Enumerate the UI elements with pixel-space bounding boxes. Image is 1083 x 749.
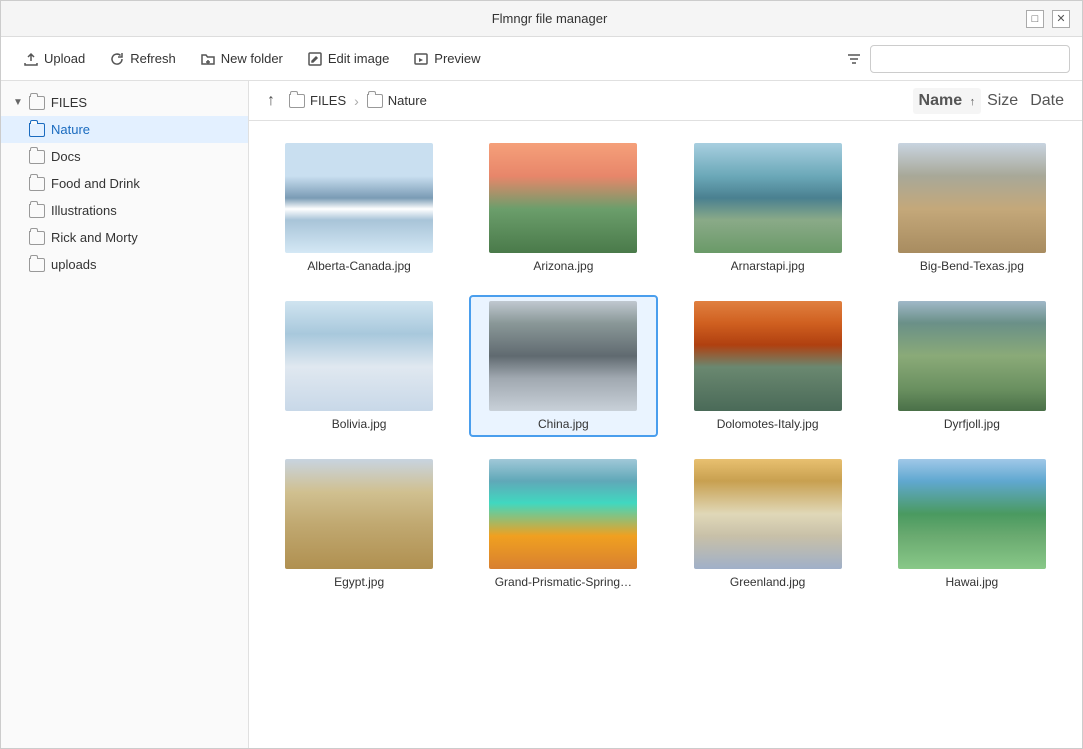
- file-name-bolivia: Bolivia.jpg: [332, 417, 387, 431]
- breadcrumb-bar: ↑ FILES › Nature Name ↑ Size: [249, 81, 1082, 121]
- new-folder-button[interactable]: New folder: [190, 45, 293, 73]
- refresh-button[interactable]: Refresh: [99, 45, 186, 73]
- file-item-grandprismatic[interactable]: Grand-Prismatic-Spring…: [469, 453, 657, 595]
- sidebar-item-docs[interactable]: Docs: [1, 143, 248, 170]
- file-thumb-egypt: [285, 459, 433, 569]
- search-input[interactable]: [870, 45, 1070, 73]
- sidebar: ▼ FILES Nature Docs Food and Drink Illustra…: [1, 81, 249, 748]
- new-folder-icon: [200, 51, 216, 67]
- maximize-button[interactable]: □: [1026, 10, 1044, 28]
- breadcrumb-files-label: FILES: [310, 93, 346, 108]
- file-item-hawai[interactable]: Hawai.jpg: [878, 453, 1066, 595]
- file-name-dolomotes: Dolomotes-Italy.jpg: [717, 417, 819, 431]
- sidebar-folder-icon-rick-and-morty: [29, 231, 45, 245]
- sidebar-folder-icon-illustrations: [29, 204, 45, 218]
- sidebar-folder-icon-food-and-drink: [29, 177, 45, 191]
- breadcrumb-up-button[interactable]: ↑: [261, 88, 281, 114]
- sidebar-root-label: FILES: [51, 95, 87, 110]
- sidebar-label-nature: Nature: [51, 122, 90, 137]
- file-item-dolomotes[interactable]: Dolomotes-Italy.jpg: [674, 295, 862, 437]
- file-item-egypt[interactable]: Egypt.jpg: [265, 453, 453, 595]
- file-item-bolivia[interactable]: Bolivia.jpg: [265, 295, 453, 437]
- refresh-icon: [109, 51, 125, 67]
- breadcrumb-files[interactable]: FILES: [289, 93, 346, 108]
- upload-icon: [23, 51, 39, 67]
- window-controls: □ ✕: [1026, 10, 1070, 28]
- file-name-grandprismatic: Grand-Prismatic-Spring…: [495, 575, 632, 589]
- sidebar-folder-icon-nature: [29, 123, 45, 137]
- sidebar-label-uploads: uploads: [51, 257, 97, 272]
- title-bar: Flmngr file manager □ ✕: [1, 1, 1082, 37]
- window-title: Flmngr file manager: [73, 11, 1026, 26]
- file-thumb-greenland: [694, 459, 842, 569]
- sidebar-item-uploads[interactable]: uploads: [1, 251, 248, 278]
- file-name-egypt: Egypt.jpg: [334, 575, 384, 589]
- file-name-bigbend: Big-Bend-Texas.jpg: [920, 259, 1024, 273]
- sidebar-root-files[interactable]: ▼ FILES: [1, 89, 248, 116]
- file-thumb-china: [489, 301, 637, 411]
- edit-image-button[interactable]: Edit image: [297, 45, 399, 73]
- file-item-china[interactable]: China.jpg: [469, 295, 657, 437]
- root-folder-icon: [29, 96, 45, 110]
- file-item-arnarstapi[interactable]: Arnarstapi.jpg: [674, 137, 862, 279]
- close-button[interactable]: ✕: [1052, 10, 1070, 28]
- toolbar: Upload Refresh New folder Edit image: [1, 37, 1082, 81]
- file-name-alberta: Alberta-Canada.jpg: [307, 259, 410, 273]
- sidebar-items: Nature Docs Food and Drink Illustrations Ric…: [1, 116, 248, 278]
- breadcrumb-nature-label: Nature: [388, 93, 427, 108]
- preview-icon: [413, 51, 429, 67]
- app-window: Flmngr file manager □ ✕ Upload Refresh N…: [0, 0, 1083, 749]
- sort-name-button[interactable]: Name ↑: [913, 88, 982, 114]
- file-thumb-alberta: [285, 143, 433, 253]
- sidebar-label-docs: Docs: [51, 149, 81, 164]
- file-item-greenland[interactable]: Greenland.jpg: [674, 453, 862, 595]
- file-name-hawai: Hawai.jpg: [946, 575, 999, 589]
- sort-date-button[interactable]: Date: [1024, 88, 1070, 114]
- file-thumb-bolivia: [285, 301, 433, 411]
- breadcrumb-nature-folder-icon: [367, 94, 383, 108]
- sort-size-button[interactable]: Size: [981, 88, 1024, 114]
- sidebar-item-illustrations[interactable]: Illustrations: [1, 197, 248, 224]
- upload-button[interactable]: Upload: [13, 45, 95, 73]
- file-name-arizona: Arizona.jpg: [533, 259, 593, 273]
- file-thumb-arizona: [489, 143, 637, 253]
- file-thumb-dolomotes: [694, 301, 842, 411]
- sidebar-label-food-and-drink: Food and Drink: [51, 176, 140, 191]
- file-name-dyrfjoll: Dyrfjoll.jpg: [944, 417, 1000, 431]
- file-thumb-dyrfjoll: [898, 301, 1046, 411]
- file-item-alberta[interactable]: Alberta-Canada.jpg: [265, 137, 453, 279]
- file-grid: Alberta-Canada.jpg Arizona.jpg Arnarstapi.…: [249, 121, 1082, 748]
- edit-image-icon: [307, 51, 323, 67]
- file-thumb-grandprismatic: [489, 459, 637, 569]
- file-name-china: China.jpg: [538, 417, 589, 431]
- filter-icon: [846, 51, 862, 67]
- sidebar-item-food-and-drink[interactable]: Food and Drink: [1, 170, 248, 197]
- file-thumb-arnarstapi: [694, 143, 842, 253]
- chevron-down-icon: ▼: [13, 97, 23, 108]
- sort-controls: Name ↑ Size Date: [913, 88, 1070, 114]
- file-item-bigbend[interactable]: Big-Bend-Texas.jpg: [878, 137, 1066, 279]
- breadcrumb-nature[interactable]: Nature: [367, 93, 427, 108]
- sidebar-folder-icon-uploads: [29, 258, 45, 272]
- sidebar-label-rick-and-morty: Rick and Morty: [51, 230, 138, 245]
- file-item-dyrfjoll[interactable]: Dyrfjoll.jpg: [878, 295, 1066, 437]
- sidebar-item-rick-and-morty[interactable]: Rick and Morty: [1, 224, 248, 251]
- main-area: ▼ FILES Nature Docs Food and Drink Illustra…: [1, 81, 1082, 748]
- content-area: ↑ FILES › Nature Name ↑ Size: [249, 81, 1082, 748]
- breadcrumb-separator: ›: [354, 93, 359, 109]
- file-name-arnarstapi: Arnarstapi.jpg: [731, 259, 805, 273]
- sidebar-folder-icon-docs: [29, 150, 45, 164]
- file-thumb-bigbend: [898, 143, 1046, 253]
- file-name-greenland: Greenland.jpg: [730, 575, 805, 589]
- preview-button[interactable]: Preview: [403, 45, 490, 73]
- file-thumb-hawai: [898, 459, 1046, 569]
- breadcrumb-folder-icon: [289, 94, 305, 108]
- file-item-arizona[interactable]: Arizona.jpg: [469, 137, 657, 279]
- sidebar-label-illustrations: Illustrations: [51, 203, 117, 218]
- sidebar-item-nature[interactable]: Nature: [1, 116, 248, 143]
